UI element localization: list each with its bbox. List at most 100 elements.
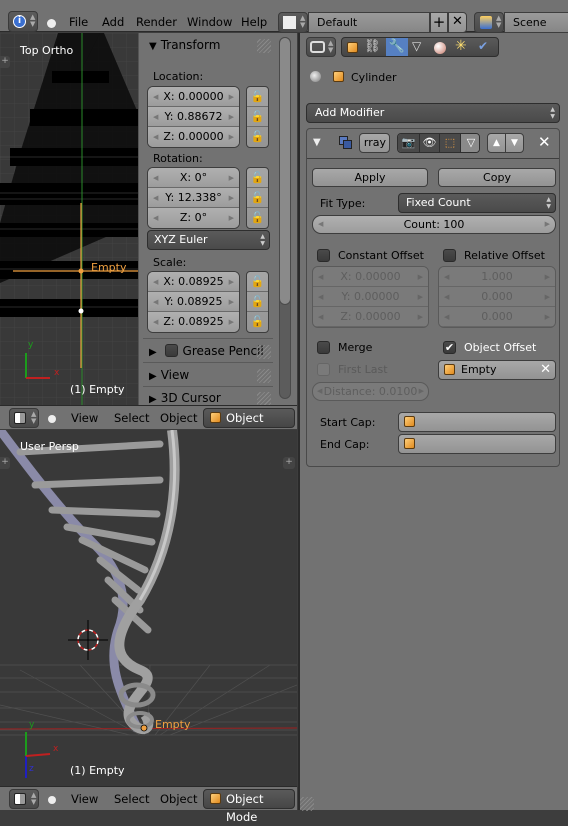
toolshelf-toggle-icon[interactable]: + <box>0 457 10 469</box>
menu-window[interactable]: Window <box>187 15 232 29</box>
mode-selector[interactable]: Object Mode <box>203 408 295 443</box>
tab-constraints-icon[interactable]: ⛓ <box>364 39 381 54</box>
modifier-name-field[interactable]: rray <box>359 133 390 153</box>
offset-object-field[interactable]: Empty ✕ <box>438 360 556 380</box>
toolshelf-toggle-icon[interactable]: + <box>0 56 10 68</box>
delete-screen-button[interactable]: ✕ <box>448 12 467 33</box>
lock-icon[interactable]: 🔓 <box>247 107 268 127</box>
panel-drag-grip[interactable] <box>257 345 271 359</box>
lock-icon[interactable]: 🔓 <box>247 272 268 292</box>
editmode-icon[interactable]: ⬚ <box>439 134 460 152</box>
lock-icon[interactable]: 🔓 <box>247 87 268 107</box>
panel-drag-grip[interactable] <box>257 369 271 383</box>
scale-z-field[interactable]: ◀ Z: 0.08925 ▶ <box>148 312 239 332</box>
merge-distance-field[interactable]: ◀ Distance: 0.0100 ▶ <box>312 382 429 401</box>
lock-icon[interactable]: 🔓 <box>247 127 268 147</box>
tab-data-icon[interactable]: ▽ <box>412 39 421 53</box>
npanel-scrollbar-thumb[interactable] <box>279 37 291 305</box>
apply-button[interactable]: Apply <box>312 168 428 187</box>
location-y-field[interactable]: ◀ Y: 0.88672 ▶ <box>148 107 239 127</box>
menu-help[interactable]: Help <box>241 15 267 29</box>
menu-select[interactable]: Select <box>114 411 149 425</box>
tab-material-icon[interactable] <box>434 42 446 54</box>
lock-icon[interactable]: 🔓 <box>247 208 268 228</box>
close-icon: ✕ <box>452 14 463 29</box>
tab-object-icon[interactable] <box>347 42 358 53</box>
menu-select[interactable]: Select <box>114 792 149 806</box>
editor-type-selector[interactable]: ▲ ▼ <box>306 37 336 57</box>
menu-object[interactable]: Object <box>160 792 197 806</box>
merge-checkbox[interactable] <box>317 341 330 354</box>
count-field[interactable]: ◀ Count: 100 ▶ <box>312 215 556 234</box>
3d-cursor <box>68 620 108 660</box>
scale-y-field[interactable]: ◀ Y: 0.08925 ▶ <box>148 292 239 312</box>
relative-offset-x-field[interactable]: ◀ 1.000 ▶ <box>439 267 555 287</box>
fit-type-dropdown[interactable]: Fixed Count ▲ ▼ <box>398 193 556 213</box>
properties-shelf-toggle-icon[interactable]: + <box>283 457 295 469</box>
location-z-field[interactable]: ◀ Z: 0.00000 ▶ <box>148 127 239 147</box>
editor-type-selector[interactable]: i ▲ ▼ <box>8 11 38 32</box>
lock-icon[interactable]: 🔓 <box>247 292 268 312</box>
constant-offset-checkbox[interactable] <box>317 249 330 262</box>
move-down-button[interactable]: ▼ <box>505 133 524 153</box>
relative-offset-checkbox[interactable] <box>443 249 456 262</box>
add-screen-button[interactable]: + <box>430 12 448 33</box>
area-resize-grip[interactable] <box>300 797 314 811</box>
rotation-y-field[interactable]: ◀ Y: 12.338° ▶ <box>148 188 239 208</box>
constant-offset-fields: ◀ X: 0.00000 ▶ ◀ Y: 0.00000 ▶ ◀ Z: 0.00000 ▶ <box>312 266 429 328</box>
panel-drag-grip[interactable] <box>257 39 271 53</box>
clear-field-icon[interactable]: ✕ <box>540 361 551 379</box>
tab-modifiers-icon[interactable]: 🔧 <box>386 38 408 56</box>
constant-offset-y-field[interactable]: ◀ Y: 0.00000 ▶ <box>313 287 428 307</box>
scene-selector[interactable]: ▲ ▼ <box>474 12 504 33</box>
arrow-down-icon: ▼ <box>511 138 518 148</box>
editor-type-selector[interactable]: ▲ ▼ <box>9 408 39 428</box>
relative-offset-z-field[interactable]: ◀ 0.000 ▶ <box>439 307 555 327</box>
viewport-eye-icon[interactable]: 👁 <box>419 134 439 152</box>
collapse-triangle-icon[interactable]: ▼ <box>313 137 321 148</box>
menu-render[interactable]: Render <box>136 15 177 29</box>
collapse-menu-icon[interactable] <box>48 415 56 423</box>
menu-object[interactable]: Object <box>160 411 197 425</box>
rotation-x-field[interactable]: ◀ X: 0° ▶ <box>148 168 239 188</box>
copy-button[interactable]: Copy <box>438 168 556 187</box>
collapse-menu-icon[interactable] <box>48 796 56 804</box>
menu-view[interactable]: View <box>71 792 98 806</box>
add-modifier-dropdown[interactable]: Add Modifier ▲ ▼ <box>306 103 560 123</box>
editor-type-selector[interactable]: ▲ ▼ <box>9 789 39 809</box>
tab-physics-icon[interactable]: ✔ <box>478 39 488 53</box>
scene-name-field[interactable]: Scene <box>504 12 568 33</box>
user-persp-viewport[interactable]: User Persp + + Empty y x z (1) Empty <box>0 430 297 787</box>
relative-offset-y-field[interactable]: ◀ 0.000 ▶ <box>439 287 555 307</box>
end-cap-field[interactable] <box>398 434 556 454</box>
object-offset-checkbox[interactable]: ✔ <box>443 341 456 354</box>
move-up-button[interactable]: ▲ <box>487 133 506 153</box>
location-x-field[interactable]: ◀ X: 0.00000 ▶ <box>148 87 239 107</box>
lock-icon[interactable]: 🔓 <box>247 188 268 208</box>
scale-x-field[interactable]: ◀ X: 0.08925 ▶ <box>148 272 239 292</box>
rotation-mode-dropdown[interactable]: XYZ Euler ▲ ▼ <box>147 230 270 250</box>
rotation-z-field[interactable]: ◀ Z: 0° ▶ <box>148 208 239 228</box>
rotation-label: Rotation: <box>153 152 203 165</box>
start-cap-field[interactable] <box>398 412 556 432</box>
constant-offset-z-field[interactable]: ◀ Z: 0.00000 ▶ <box>313 307 428 327</box>
collapse-menu-icon[interactable] <box>47 19 56 28</box>
menu-add[interactable]: Add <box>102 15 124 29</box>
relative-offset-fields: ◀ 1.000 ▶ ◀ 0.000 ▶ ◀ 0.000 ▶ <box>438 266 556 328</box>
first-last-checkbox[interactable] <box>317 363 330 376</box>
menu-view[interactable]: View <box>71 411 98 425</box>
remove-modifier-icon[interactable]: ✕ <box>538 133 551 151</box>
panel-drag-grip[interactable] <box>257 392 271 405</box>
screen-layout-selector[interactable]: ▲ ▼ <box>278 12 308 33</box>
mode-selector[interactable]: Object Mode <box>203 789 295 824</box>
lock-icon[interactable]: 🔓 <box>247 168 268 188</box>
render-camera-icon[interactable]: 📷 <box>398 134 419 152</box>
grease-pencil-checkbox[interactable] <box>164 344 178 357</box>
menu-file[interactable]: File <box>69 15 88 29</box>
lock-icon[interactable]: 🔓 <box>247 312 268 332</box>
screen-layout-name-field[interactable]: Default <box>308 12 430 33</box>
on-cage-icon[interactable]: ▽ <box>460 134 479 152</box>
constant-offset-x-field[interactable]: ◀ X: 0.00000 ▶ <box>313 267 428 287</box>
top-ortho-viewport[interactable]: Top Ortho + Empty y x (1) Empty <box>0 33 138 405</box>
tab-particles-icon[interactable]: ✳ <box>455 38 467 54</box>
